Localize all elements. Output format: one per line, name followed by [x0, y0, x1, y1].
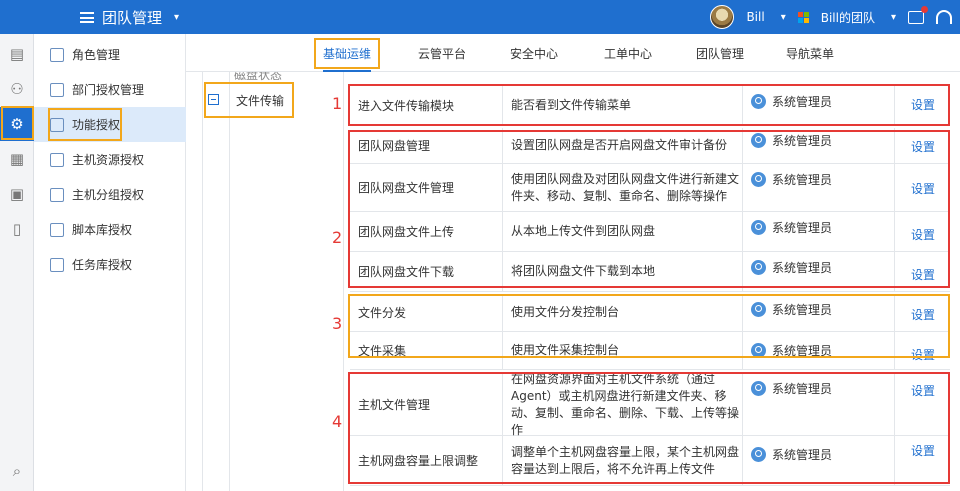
monitor-group-icon: [50, 187, 64, 202]
clipboard-icon: [50, 257, 64, 272]
sidebar-item-label: 部门授权管理: [72, 83, 145, 97]
tab-team-management[interactable]: 团队管理: [696, 34, 744, 72]
sidebar-item-label: 角色管理: [72, 48, 121, 62]
chevron-down-icon[interactable]: ▾: [891, 12, 896, 23]
tab-bar: 基础运维 云管平台 安全中心 工单中心 团队管理 导航菜单: [186, 34, 960, 72]
tab-navigation-menu[interactable]: 导航菜单: [786, 34, 834, 72]
annotation-label: 4: [332, 412, 343, 431]
app-title: 团队管理: [102, 8, 163, 27]
chevron-down-icon[interactable]: ▾: [781, 12, 786, 23]
sidebar: 角色管理 部门授权管理 功能授权 主机资源授权 主机分组授权 脚本库授权 任务库…: [34, 34, 186, 491]
org-icon: [50, 82, 64, 97]
message-icon[interactable]: [908, 5, 928, 24]
search-icon[interactable]: ⌕: [0, 454, 34, 488]
app-title-menu[interactable]: 团队管理 ▾: [80, 0, 179, 34]
script-icon: [50, 222, 64, 237]
sidebar-item-label: 主机分组授权: [72, 188, 145, 202]
clipboard-icon[interactable]: ▣: [0, 177, 34, 211]
app-header: 团队管理 ▾ Bill ▾ Bill的团队 ▾: [0, 0, 960, 34]
annotation-label: 2: [332, 228, 343, 247]
annotation-label: 3: [332, 314, 343, 333]
tab-ticket-center[interactable]: 工单中心: [604, 34, 652, 72]
group-column: [230, 72, 344, 491]
permissions-table: 磁盘状态 文件传输 进入文件传输模块 能否看到文件传输菜单 系统管理员 设置 团…: [186, 72, 960, 491]
role-icon: [50, 47, 64, 62]
annotation-label: 1: [332, 94, 343, 113]
annotation-box-4: [348, 372, 950, 484]
annotation-box: [314, 38, 380, 69]
monitor-icon: [50, 152, 64, 167]
annotation-box-1: [348, 84, 950, 126]
team-name[interactable]: Bill的团队: [821, 9, 875, 26]
sidebar-item-script-auth[interactable]: 脚本库授权: [34, 212, 186, 247]
users-icon[interactable]: ⚇: [0, 72, 34, 106]
chevron-down-icon[interactable]: ▾: [174, 12, 179, 23]
tab-security-center[interactable]: 安全中心: [510, 34, 558, 72]
sidebar-item-roles[interactable]: 角色管理: [34, 37, 186, 72]
sidebar-item-label: 任务库授权: [72, 258, 133, 272]
sidebar-item-label: 主机资源授权: [72, 153, 145, 167]
book-icon[interactable]: ▯: [0, 212, 34, 246]
menu-icon[interactable]: [80, 11, 94, 23]
sidebar-item-dept-auth[interactable]: 部门授权管理: [34, 72, 186, 107]
annotation-box-3: [348, 294, 950, 358]
user-name[interactable]: Bill: [746, 10, 764, 24]
tab-cloud-platform[interactable]: 云管平台: [418, 34, 466, 72]
headset-icon[interactable]: [936, 10, 952, 24]
team-logo-icon: [797, 11, 809, 23]
sidebar-item-host-group-auth[interactable]: 主机分组授权: [34, 177, 186, 212]
avatar[interactable]: [710, 5, 735, 29]
annotation-box-2: [348, 130, 950, 288]
annotation-box: [1, 106, 34, 140]
sidebar-item-task-auth[interactable]: 任务库授权: [34, 247, 186, 282]
category-column: [202, 72, 230, 491]
icon-rail: ▤ ⚇ ⚙ ▦ ▣ ▯ ⌕: [0, 34, 34, 491]
annotation-box: [48, 108, 122, 141]
sidebar-item-host-auth[interactable]: 主机资源授权: [34, 142, 186, 177]
report-icon[interactable]: ▦: [0, 142, 34, 176]
annotation-box: [204, 82, 294, 118]
sidebar-item-label: 脚本库授权: [72, 223, 133, 237]
document-icon[interactable]: ▤: [0, 37, 34, 71]
